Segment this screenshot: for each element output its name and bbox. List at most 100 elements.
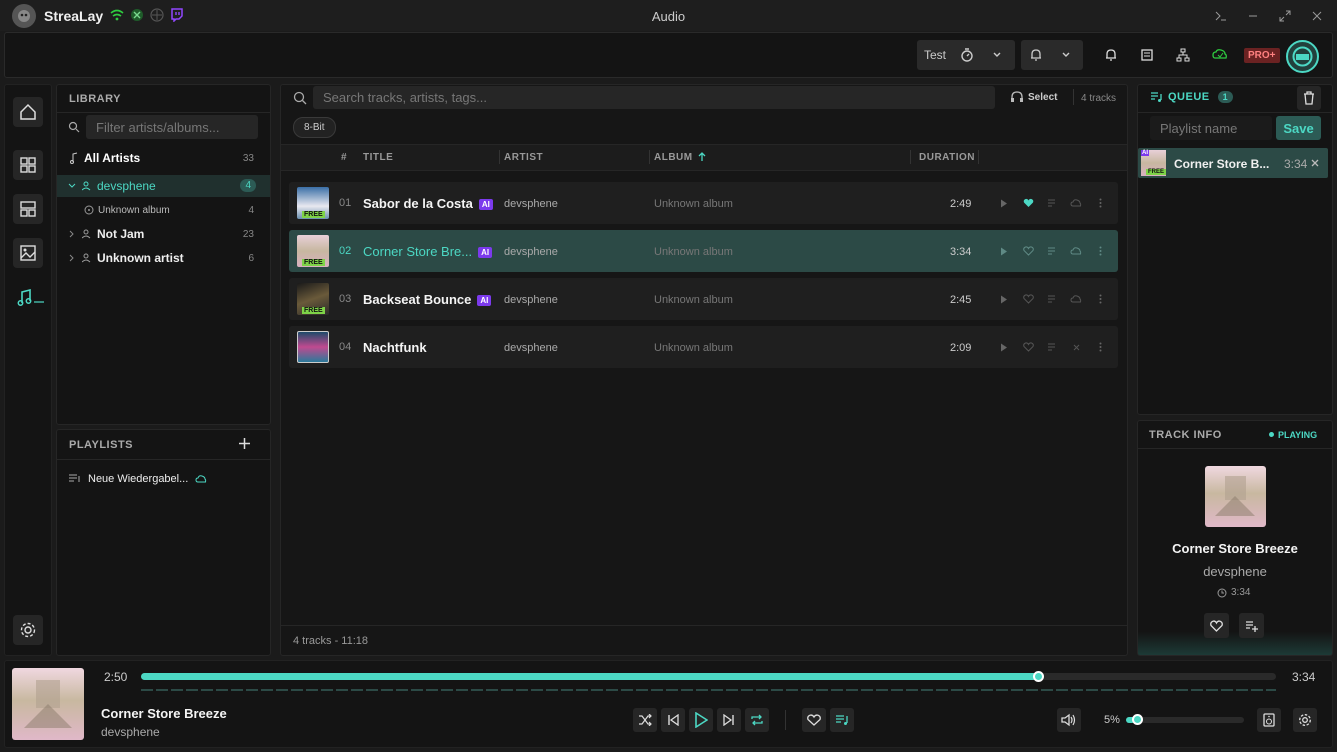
close-icon[interactable]	[1069, 340, 1083, 354]
play-icon[interactable]	[997, 340, 1011, 354]
sort-up-icon[interactable]	[698, 152, 706, 162]
tag-chip[interactable]: 8-Bit	[293, 117, 336, 138]
trash-icon	[1303, 91, 1315, 105]
repeat-button[interactable]	[745, 708, 769, 732]
queue-add-icon[interactable]	[1045, 244, 1059, 258]
sidebar-item-all-artists[interactable]: All Artists 33	[68, 147, 258, 169]
more-icon[interactable]	[1093, 244, 1107, 258]
more-icon[interactable]	[1093, 340, 1107, 354]
previous-button[interactable]	[661, 708, 685, 732]
select-button[interactable]: Select	[1010, 91, 1057, 103]
title-bar: StreaLay Audio	[0, 0, 1337, 31]
artist-filter-input[interactable]: Filter artists/albums...	[86, 115, 258, 139]
play-icon[interactable]	[997, 292, 1011, 306]
now-playing-art[interactable]	[12, 668, 84, 740]
home-icon[interactable]	[13, 97, 43, 127]
col-album[interactable]: ALBUM	[654, 152, 693, 163]
volume-handle[interactable]	[1131, 714, 1143, 725]
clear-queue-button[interactable]	[1297, 86, 1321, 110]
pause-play-button[interactable]	[689, 708, 713, 732]
maximize-button[interactable]	[1269, 7, 1301, 25]
col-num[interactable]: #	[341, 152, 347, 163]
heart-filled-icon[interactable]	[1021, 196, 1035, 210]
progress-bar[interactable]	[141, 671, 1276, 682]
sidebar-item-not-jam[interactable]: Not Jam 23	[68, 223, 258, 245]
more-icon[interactable]	[1093, 196, 1107, 210]
track-album[interactable]: Unknown album	[654, 294, 733, 306]
col-artist[interactable]: ARTIST	[504, 152, 543, 163]
sync-cloud-icon[interactable]	[1205, 40, 1235, 70]
grid-icon[interactable]	[13, 150, 43, 180]
queue-add-icon[interactable]	[1045, 340, 1059, 354]
layout-icon[interactable]	[13, 194, 43, 224]
shuffle-button[interactable]	[633, 708, 657, 732]
playlist-item[interactable]: Neue Wiedergabel...	[68, 473, 207, 485]
alert-group[interactable]	[1021, 40, 1083, 70]
table-row[interactable]: 04 Nachtfunk devsphene Unknown album 2:0…	[289, 326, 1118, 368]
album-art: AI FREE	[1141, 150, 1167, 176]
sidebar-item-devsphene[interactable]: devsphene 4	[68, 175, 258, 197]
minimize-button[interactable]	[1237, 7, 1269, 25]
add-playlist-icon[interactable]	[238, 437, 251, 450]
table-row[interactable]: FREE 01 Sabor de la Costa AI devsphene Un…	[289, 182, 1118, 224]
queue-toggle-button[interactable]	[830, 708, 854, 732]
cloud-upload-icon[interactable]	[1069, 244, 1083, 258]
remove-icon[interactable]	[1310, 158, 1320, 168]
col-duration[interactable]: DURATION	[919, 152, 975, 163]
image-icon[interactable]	[13, 238, 43, 268]
next-button[interactable]	[717, 708, 741, 732]
bell-icon[interactable]	[1021, 40, 1051, 70]
timer-icon[interactable]	[952, 40, 982, 70]
play-icon[interactable]	[997, 196, 1011, 210]
table-row-active[interactable]: FREE 02 Corner Store Bre... AI devsphene …	[289, 230, 1118, 272]
chevron-down-icon[interactable]	[1051, 40, 1081, 70]
play-icon[interactable]	[997, 244, 1011, 258]
more-icon[interactable]	[1093, 292, 1107, 306]
track-artist[interactable]: devsphene	[504, 198, 558, 210]
add-to-queue-button[interactable]	[1239, 613, 1264, 638]
chevron-down-icon[interactable]	[982, 40, 1012, 70]
volume-slider[interactable]	[1126, 714, 1244, 725]
heart-icon[interactable]	[1021, 244, 1035, 258]
profile-selector[interactable]: Test	[917, 40, 1015, 70]
mute-button[interactable]	[1057, 708, 1081, 732]
track-artist[interactable]: devsphene	[504, 342, 558, 354]
heart-icon[interactable]	[1021, 340, 1035, 354]
terminal-icon[interactable]	[1205, 7, 1237, 25]
speaker-output-button[interactable]	[1257, 708, 1281, 732]
queue-add-icon[interactable]	[1045, 292, 1059, 306]
progress-handle[interactable]	[1032, 671, 1044, 682]
queue-add-icon[interactable]	[1045, 196, 1059, 210]
chevron-right-icon[interactable]	[68, 230, 76, 238]
heart-icon[interactable]	[1021, 292, 1035, 306]
track-album[interactable]: Unknown album	[654, 246, 733, 258]
save-button[interactable]: Save	[1276, 116, 1321, 140]
scroll-icon[interactable]	[1132, 40, 1162, 70]
cloud-upload-icon[interactable]	[1069, 196, 1083, 210]
notification-bell-icon[interactable]	[1096, 40, 1126, 70]
track-search-input[interactable]: Search tracks, artists, tags...	[313, 86, 995, 109]
close-button[interactable]	[1301, 7, 1333, 25]
track-artist[interactable]: devsphene	[504, 246, 558, 258]
sidebar-item-unknown-artist[interactable]: Unknown artist 6	[68, 247, 258, 269]
col-title[interactable]: TITLE	[363, 152, 393, 163]
cloud-upload-icon[interactable]	[1069, 292, 1083, 306]
table-row[interactable]: FREE 03 Backseat Bounce AI devsphene Unkn…	[289, 278, 1118, 320]
track-album[interactable]: Unknown album	[654, 342, 733, 354]
network-icon[interactable]	[1168, 40, 1198, 70]
like-button[interactable]	[802, 708, 826, 732]
player-settings-button[interactable]	[1293, 708, 1317, 732]
chevron-down-icon[interactable]	[68, 182, 76, 190]
sidebar-item-unknown-album[interactable]: Unknown album 4	[84, 199, 258, 221]
avatar[interactable]	[1286, 40, 1319, 73]
chevron-right-icon[interactable]	[68, 254, 76, 262]
music-icon[interactable]	[13, 283, 49, 313]
queue-item-duration: 3:34	[1284, 157, 1308, 171]
playlist-name-input[interactable]: Playlist name	[1150, 116, 1272, 140]
track-album[interactable]: Unknown album	[654, 198, 733, 210]
favorite-button[interactable]	[1204, 613, 1229, 638]
pro-badge[interactable]: PRO+	[1244, 48, 1280, 63]
queue-item[interactable]: AI FREE Corner Store B... 3:34	[1138, 148, 1328, 178]
settings-icon[interactable]	[13, 615, 43, 645]
track-artist[interactable]: devsphene	[504, 294, 558, 306]
